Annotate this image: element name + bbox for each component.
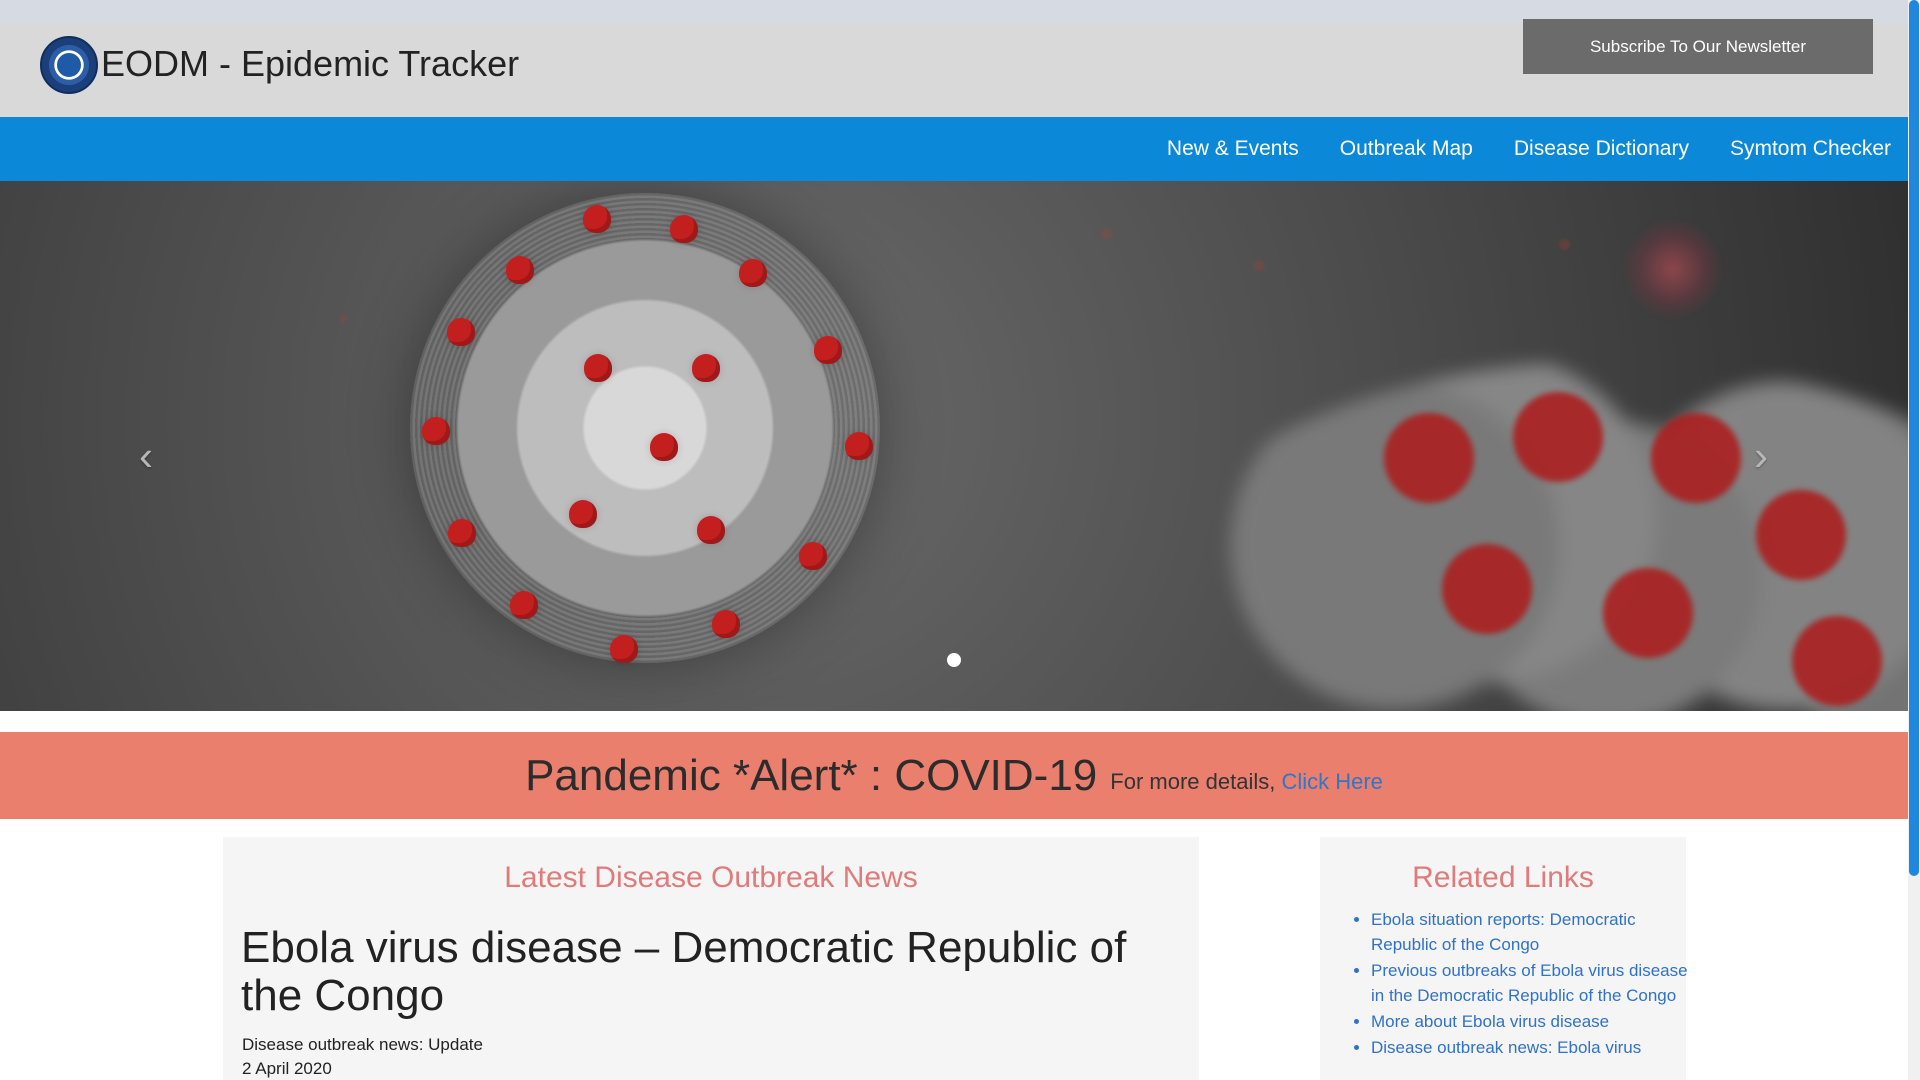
page-scrollbar-thumb[interactable] (1909, 0, 1919, 876)
carousel-indicator-dot[interactable] (947, 653, 961, 667)
virus-spike (584, 354, 612, 382)
news-story-kind: Disease outbreak news: Update (242, 1035, 483, 1054)
alert-details-prefix: For more details, (1110, 768, 1282, 794)
latest-news-card: Latest Disease Outbreak News Ebola virus… (223, 837, 1199, 1080)
virus-spike (510, 591, 538, 619)
virus-spike (799, 542, 827, 570)
site-logo[interactable] (40, 36, 98, 94)
virus-spike (739, 259, 767, 287)
virus-spike (697, 516, 725, 544)
virus-spike (448, 519, 476, 547)
virus-spike (650, 433, 678, 461)
carousel-prev-button[interactable]: ‹ (123, 433, 169, 479)
nav-link-news-events[interactable]: New & Events (1167, 137, 1299, 160)
virus-spike (692, 354, 720, 382)
page: EODM - Epidemic Tracker Subscribe To Our… (0, 0, 1908, 1080)
carousel-next-button[interactable]: › (1738, 433, 1784, 479)
nav-item-outbreak-map: Outbreak Map (1340, 137, 1473, 161)
nav-link-outbreak-map[interactable]: Outbreak Map (1340, 137, 1473, 160)
related-links-card: Related Links Ebola situation reports: D… (1320, 837, 1689, 1080)
virus-illustration-main (410, 193, 880, 663)
page-scrollbar[interactable] (1908, 0, 1920, 1080)
virus-spike (447, 318, 475, 346)
virus-spike (610, 635, 638, 663)
site-title: EODM - Epidemic Tracker (101, 43, 520, 84)
related-link-item: Disease outbreak news: Ebola virus (1371, 1035, 1689, 1060)
alert-title: Pandemic *Alert* : COVID-19 (525, 750, 1098, 800)
virus-illustration-small (1623, 219, 1723, 319)
news-story-title[interactable]: Ebola virus disease – Democratic Republi… (241, 924, 1171, 1020)
nav-item-news-events: New & Events (1167, 137, 1299, 161)
related-link[interactable]: Disease outbreak news: Ebola virus (1371, 1038, 1641, 1057)
virus-spike (422, 417, 450, 445)
chevron-left-icon: ‹ (139, 432, 153, 479)
virus-blur-spike (1792, 616, 1882, 706)
alert-details: For more details, Click Here (1110, 769, 1383, 795)
virus-spike (845, 432, 873, 460)
virus-blur-spike (1651, 413, 1741, 503)
virus-spike (814, 336, 842, 364)
virus-spike (569, 500, 597, 528)
newsletter-subscribe-button[interactable]: Subscribe To Our Newsletter (1523, 19, 1873, 74)
logo-emblem (55, 51, 83, 79)
related-link[interactable]: Ebola situation reports: Democratic Repu… (1371, 910, 1636, 954)
nav-item-disease-dictionary: Disease Dictionary (1514, 137, 1689, 161)
related-link[interactable]: More about Ebola virus disease (1371, 1012, 1609, 1031)
site-header: EODM - Epidemic Tracker Subscribe To Our… (0, 19, 1908, 117)
related-link-item: Previous outbreaks of Ebola virus diseas… (1371, 958, 1689, 1008)
virus-blur-spike (1384, 413, 1474, 503)
related-links-list: Ebola situation reports: Democratic Repu… (1347, 907, 1689, 1061)
virus-spike (506, 256, 534, 284)
virus-spike (712, 610, 740, 638)
hero-carousel: ‹ › (0, 181, 1908, 711)
nav-link-symptom-checker[interactable]: Symtom Checker (1730, 137, 1891, 160)
virus-blur-spike (1756, 490, 1846, 580)
virus-blur-spike (1442, 544, 1532, 634)
chevron-right-icon: › (1754, 432, 1768, 479)
related-links-heading: Related Links (1412, 861, 1594, 894)
nav-link-disease-dictionary[interactable]: Disease Dictionary (1514, 137, 1689, 160)
alert-details-link[interactable]: Click Here (1281, 769, 1382, 794)
nav-list: New & Events Outbreak Map Disease Dictio… (1167, 117, 1891, 181)
main-navigation: New & Events Outbreak Map Disease Dictio… (0, 117, 1908, 181)
latest-news-heading: Latest Disease Outbreak News (504, 861, 918, 894)
virus-spike (670, 215, 698, 243)
pandemic-alert-banner: Pandemic *Alert* : COVID-19 For more det… (0, 732, 1908, 819)
nav-item-symptom-checker: Symtom Checker (1730, 137, 1891, 161)
related-link-item: Ebola situation reports: Democratic Repu… (1371, 907, 1689, 957)
news-story-date: 2 April 2020 (242, 1059, 332, 1078)
virus-blur-spike (1513, 392, 1603, 482)
related-link-item: More about Ebola virus disease (1371, 1009, 1689, 1034)
related-link[interactable]: Previous outbreaks of Ebola virus diseas… (1371, 961, 1688, 1005)
virus-blur-spike (1603, 568, 1693, 658)
virus-spike (583, 205, 611, 233)
